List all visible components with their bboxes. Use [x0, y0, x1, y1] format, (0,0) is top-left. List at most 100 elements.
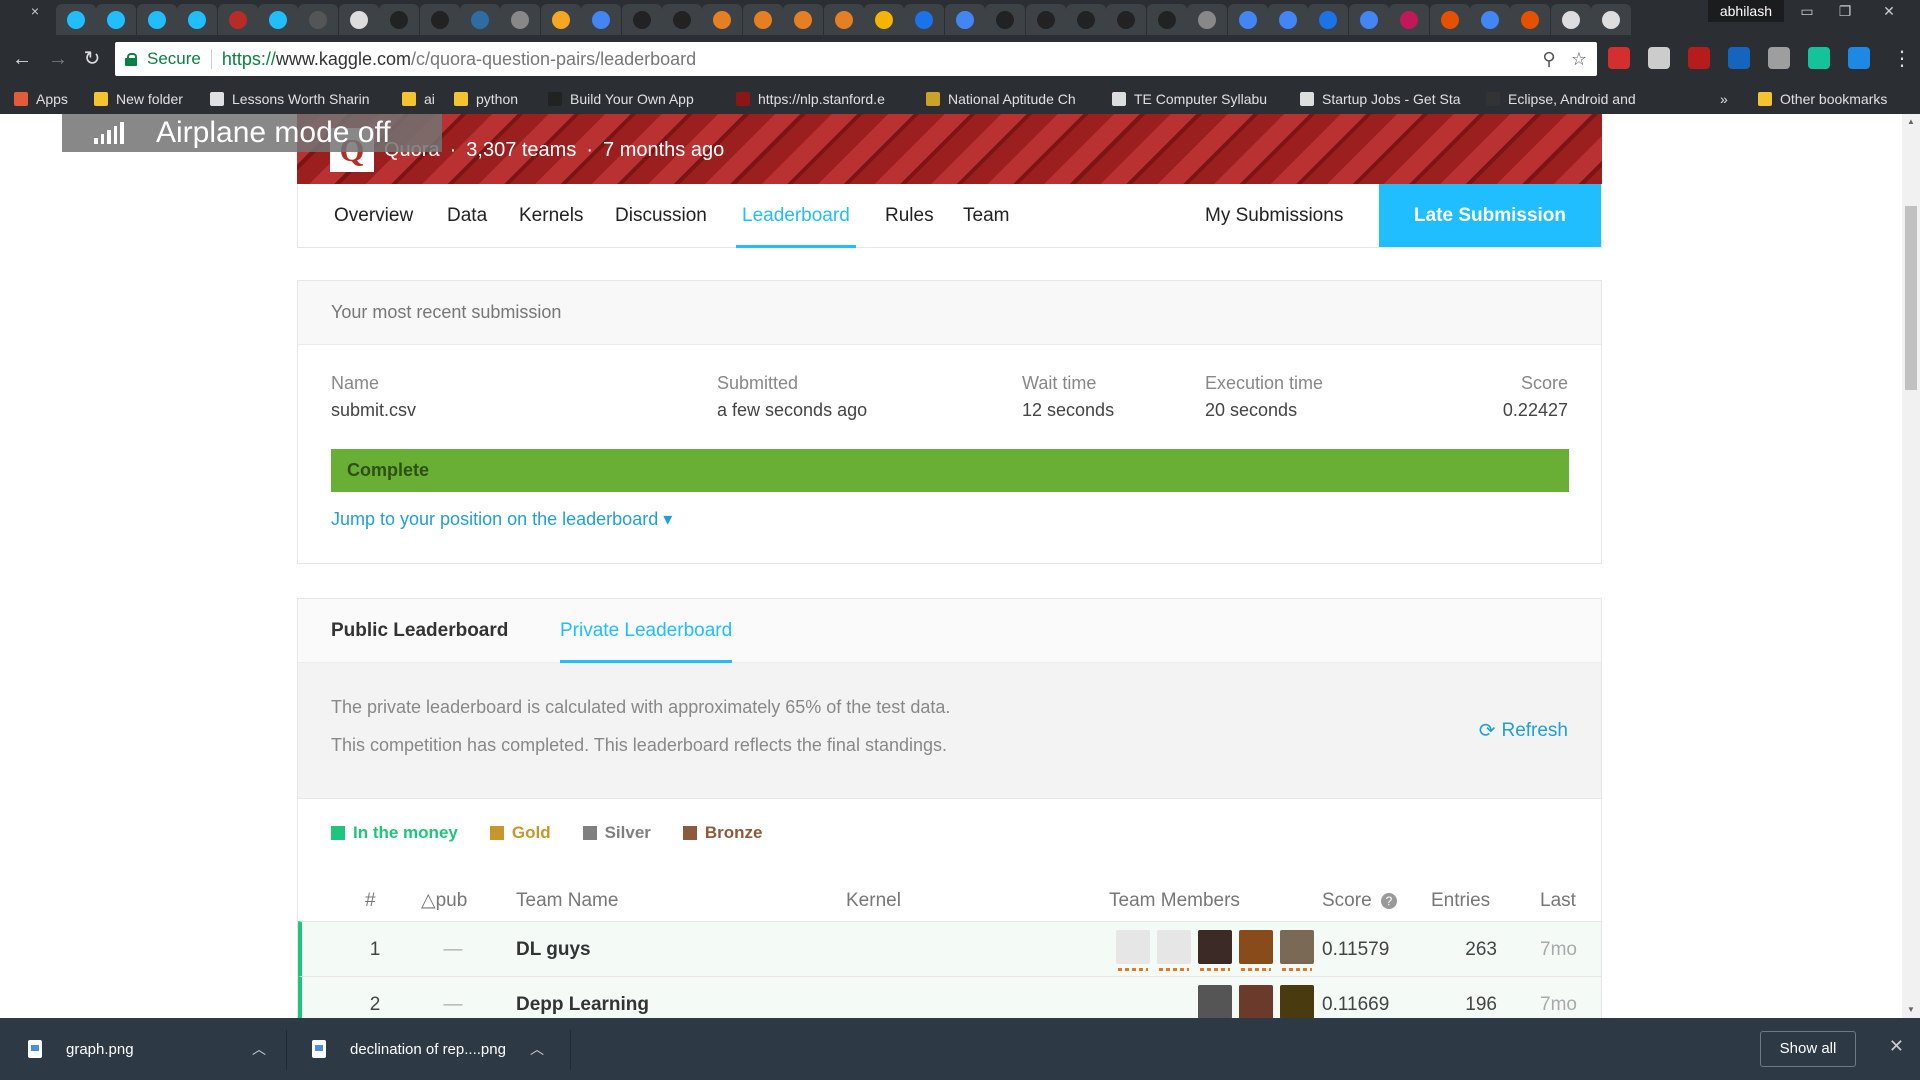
- browser-tab[interactable]: [985, 4, 1026, 35]
- avatar[interactable]: [1198, 985, 1232, 1018]
- tab-public-leaderboard[interactable]: Public Leaderboard: [331, 599, 508, 663]
- tab-team[interactable]: Team: [963, 184, 1009, 248]
- bookmark-item[interactable]: TE Computer Syllabu: [1112, 90, 1267, 108]
- cell-team[interactable]: Depp Learning: [516, 977, 649, 1018]
- browser-tab[interactable]: [742, 4, 783, 35]
- extension-icon[interactable]: [1688, 47, 1710, 69]
- bookmark-item[interactable]: Eclipse, Android and: [1486, 90, 1636, 108]
- browser-tab[interactable]: [96, 4, 137, 35]
- bookmark-item[interactable]: Lessons Worth Sharin: [210, 90, 369, 108]
- browser-tab[interactable]: [1389, 4, 1430, 35]
- scroll-down-icon[interactable]: ▼: [1902, 1002, 1920, 1018]
- close-icon[interactable]: ✕: [1889, 1036, 1904, 1057]
- browser-tab[interactable]: [258, 4, 298, 35]
- bookmark-item[interactable]: Startup Jobs - Get Sta: [1300, 90, 1461, 108]
- tab-kernels[interactable]: Kernels: [519, 184, 583, 248]
- scroll-up-icon[interactable]: ▲: [1902, 114, 1920, 130]
- browser-tab[interactable]: [1510, 4, 1551, 35]
- bookmark-item[interactable]: Apps: [14, 90, 68, 108]
- jump-to-position-link[interactable]: Jump to your position on the leaderboard…: [331, 509, 672, 530]
- bookmark-item[interactable]: ai: [402, 90, 435, 108]
- maximize-icon[interactable]: ❐: [1826, 0, 1864, 22]
- browser-tab[interactable]: [702, 4, 743, 35]
- extension-icon[interactable]: [1728, 47, 1750, 69]
- browser-tab[interactable]: [1550, 4, 1591, 35]
- browser-tab[interactable]: [783, 4, 824, 35]
- extension-icon[interactable]: [1648, 47, 1670, 69]
- cell-team[interactable]: DL guys: [516, 922, 591, 977]
- table-row[interactable]: 1 — DL guys 0.11579 263 7mo: [298, 921, 1601, 977]
- browser-tab[interactable]: [1025, 4, 1066, 35]
- tab-leaderboard[interactable]: Leaderboard: [736, 184, 856, 248]
- bookmark-item[interactable]: python: [454, 90, 518, 108]
- back-icon[interactable]: ←: [8, 45, 36, 73]
- chevron-up-icon[interactable]: ︿: [530, 1039, 544, 1059]
- browser-tab[interactable]: [823, 4, 864, 35]
- page-scrollbar[interactable]: ▲ ▼: [1902, 114, 1920, 1018]
- other-bookmarks[interactable]: Other bookmarks: [1758, 90, 1887, 108]
- tab-private-leaderboard[interactable]: Private Leaderboard: [560, 599, 733, 663]
- help-icon[interactable]: ?: [1380, 892, 1397, 909]
- download-item[interactable]: graph.png ︿: [28, 1018, 266, 1080]
- tab-discussion[interactable]: Discussion: [615, 184, 707, 248]
- browser-tab[interactable]: [298, 4, 339, 35]
- browser-tab[interactable]: [177, 4, 218, 35]
- avatar[interactable]: [1280, 930, 1314, 971]
- avatar[interactable]: [1198, 930, 1232, 971]
- show-all-button[interactable]: Show all: [1760, 1031, 1856, 1067]
- browser-tab[interactable]: [379, 4, 420, 35]
- browser-tab[interactable]: [500, 4, 541, 35]
- refresh-button[interactable]: ⟳ Refresh: [1479, 718, 1568, 743]
- close-tab-icon[interactable]: ×: [16, 0, 54, 22]
- browser-tab[interactable]: [1308, 4, 1349, 35]
- zoom-icon[interactable]: ⚲: [1537, 47, 1561, 71]
- reload-icon[interactable]: ↻: [78, 45, 106, 73]
- browser-tab[interactable]: [1268, 4, 1308, 35]
- browser-tab[interactable]: [540, 4, 581, 35]
- browser-tab[interactable]: [1470, 4, 1510, 35]
- url-text[interactable]: https://www.kaggle.com/c/quora-question-…: [222, 49, 696, 70]
- late-submission-button[interactable]: Late Submission: [1379, 184, 1601, 247]
- browser-tab[interactable]: [136, 4, 177, 35]
- browser-tab[interactable]: [1187, 4, 1228, 35]
- profile-button[interactable]: abhilash: [1707, 0, 1784, 22]
- table-row[interactable]: 2 — Depp Learning 0.11669 196 7mo: [298, 976, 1601, 1018]
- avatar[interactable]: [1116, 930, 1150, 971]
- col-delta[interactable]: △pub: [421, 881, 467, 921]
- tab-rules[interactable]: Rules: [885, 184, 934, 248]
- browser-tab[interactable]: [904, 4, 945, 35]
- chevron-up-icon[interactable]: ︿: [252, 1039, 266, 1059]
- extension-icon[interactable]: [1608, 47, 1630, 69]
- browser-tab[interactable]: [864, 4, 904, 35]
- avatar[interactable]: [1239, 930, 1273, 971]
- extension-icon[interactable]: [1848, 47, 1870, 69]
- browser-tab[interactable]: [338, 4, 379, 35]
- my-submissions-link[interactable]: My Submissions: [1205, 184, 1343, 248]
- extension-icon[interactable]: [1768, 47, 1790, 69]
- browser-tab[interactable]: [1348, 4, 1389, 35]
- window-close-icon[interactable]: ✕: [1870, 0, 1908, 22]
- browser-tab[interactable]: [944, 4, 985, 35]
- address-bar[interactable]: Secure https://www.kaggle.com/c/quora-qu…: [115, 42, 1597, 76]
- browser-tab[interactable]: [1106, 4, 1147, 35]
- menu-icon[interactable]: ⋮: [1888, 45, 1916, 73]
- scrollbar-thumb[interactable]: [1905, 206, 1917, 390]
- browser-tab[interactable]: [1146, 4, 1187, 35]
- tab-data[interactable]: Data: [447, 184, 487, 248]
- browser-tab[interactable]: [56, 4, 96, 35]
- avatar[interactable]: [1280, 985, 1314, 1018]
- browser-tab[interactable]: [581, 4, 622, 35]
- extension-icon[interactable]: [1808, 47, 1830, 69]
- browser-tab[interactable]: [662, 4, 702, 35]
- bookmark-item[interactable]: Build Your Own App: [548, 90, 694, 108]
- tab-overview[interactable]: Overview: [334, 184, 413, 248]
- browser-tab[interactable]: [1591, 4, 1632, 35]
- browser-tab[interactable]: [460, 4, 500, 35]
- bookmark-item[interactable]: New folder: [94, 90, 183, 108]
- avatar[interactable]: [1239, 985, 1273, 1018]
- browser-tab[interactable]: [419, 4, 460, 35]
- forward-icon[interactable]: →: [44, 45, 72, 73]
- browser-tab[interactable]: [1429, 4, 1470, 35]
- minimize-icon[interactable]: ▭: [1788, 0, 1826, 22]
- bookmark-item[interactable]: National Aptitude Ch: [926, 90, 1076, 108]
